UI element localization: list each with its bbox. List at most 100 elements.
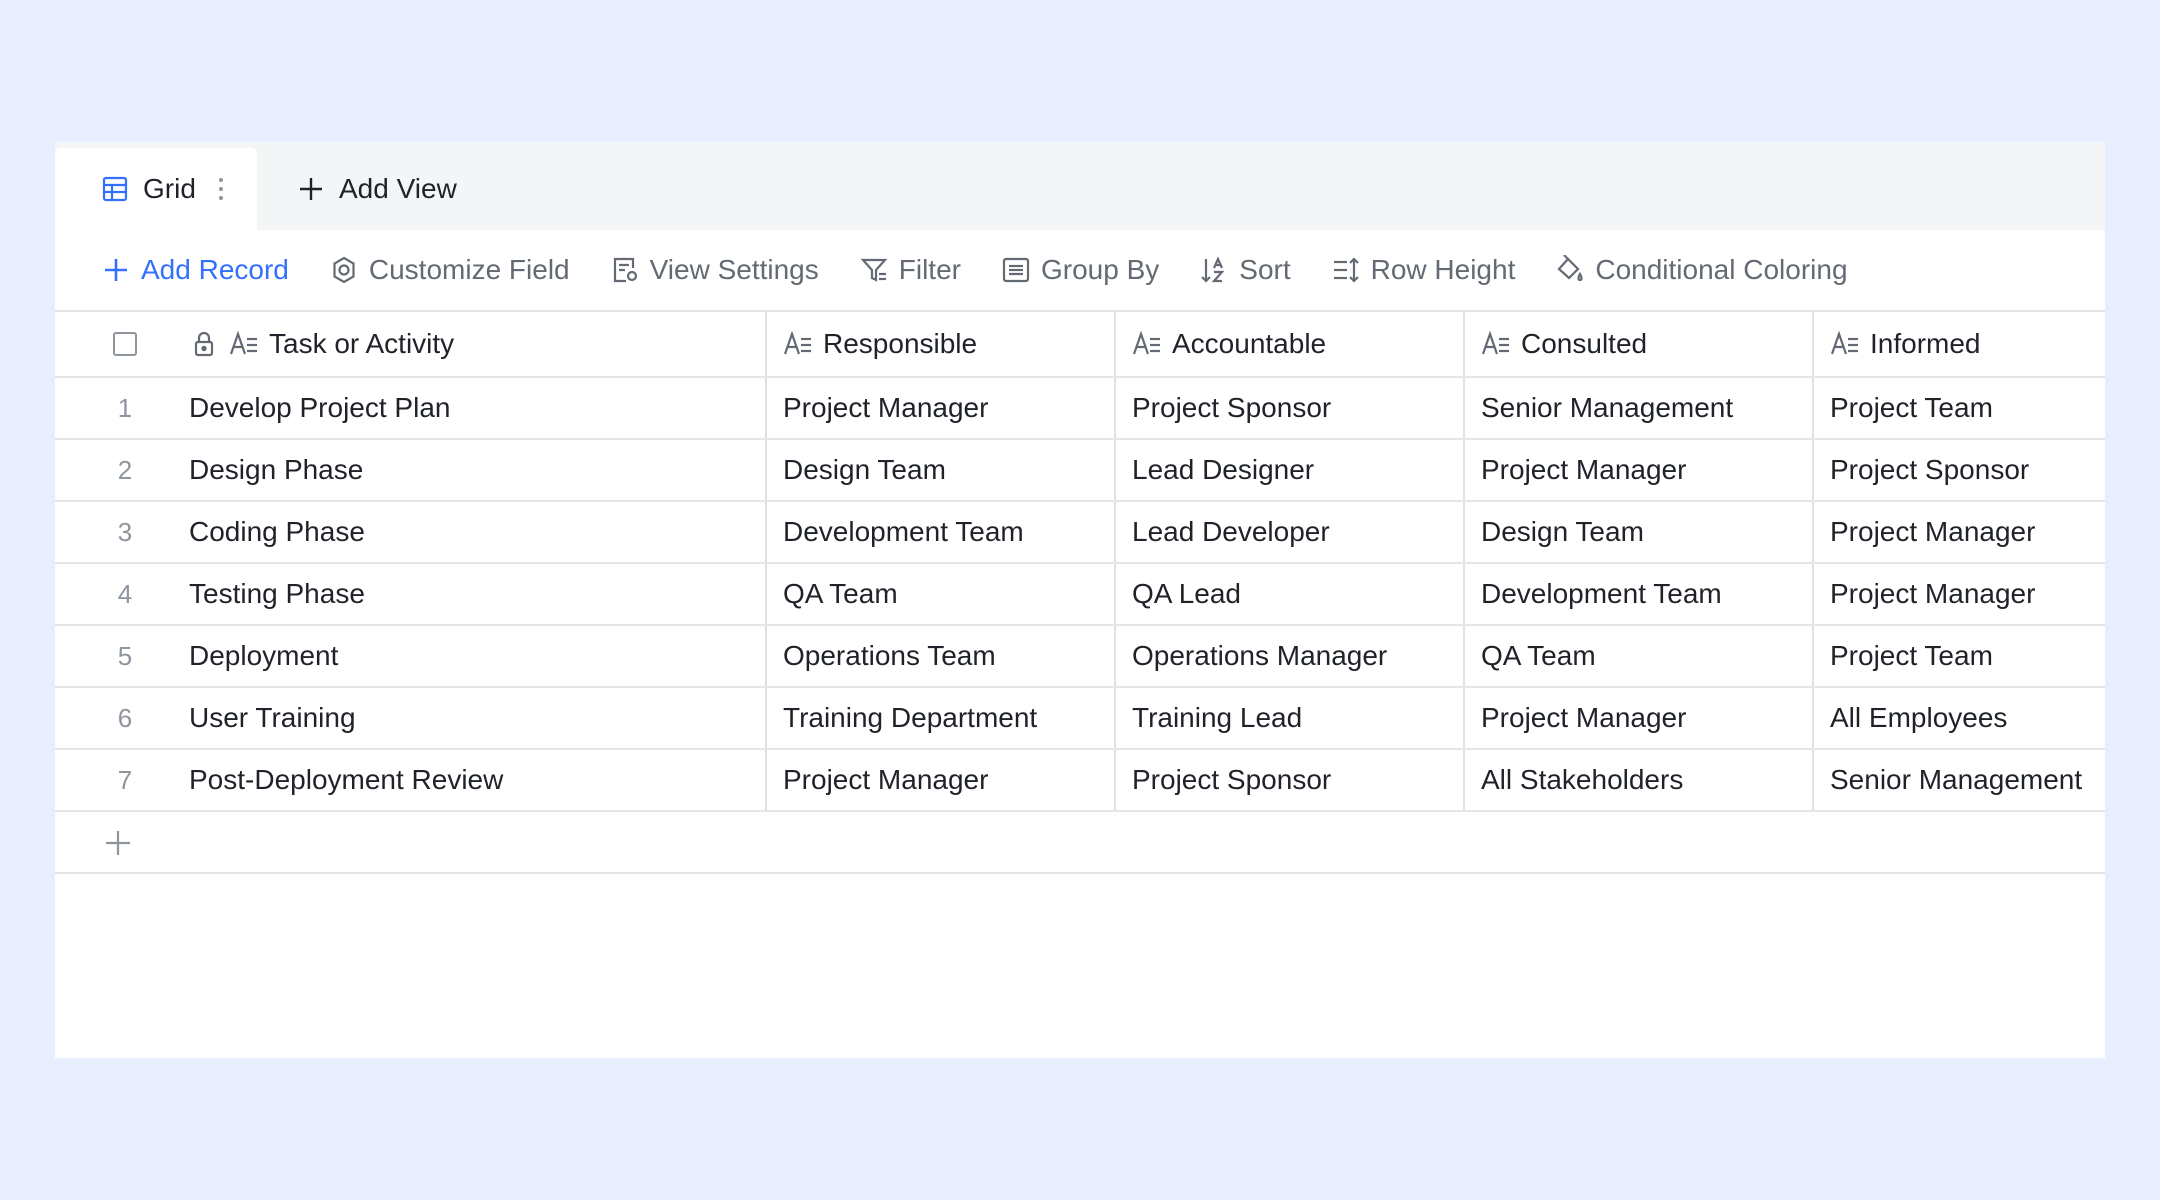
row-index: 4 [117, 578, 133, 609]
cell-consulted[interactable]: Senior Management [1463, 378, 1812, 438]
table-row[interactable]: 7 Post-Deployment Review Project Manager… [55, 750, 2105, 812]
column-header-informed[interactable]: Informed [1812, 312, 2105, 376]
cell-accountable[interactable]: Lead Developer [1114, 502, 1463, 562]
column-header-accountable[interactable]: Accountable [1114, 312, 1463, 376]
plus-icon [101, 255, 131, 285]
table-row[interactable]: 5 Deployment Operations Team Operations … [55, 626, 2105, 688]
cell-consulted[interactable]: Project Manager [1463, 440, 1812, 500]
row-height-icon [1331, 255, 1361, 285]
lock-icon [189, 329, 219, 359]
cell-responsible[interactable]: Operations Team [765, 626, 1114, 686]
cell-task[interactable]: Deployment [185, 626, 765, 686]
text-field-icon [229, 329, 259, 359]
cell-informed[interactable]: Project Sponsor [1812, 440, 2105, 500]
data-grid: Task or Activity Responsible Accountable [55, 312, 2105, 874]
row-index: 7 [117, 764, 133, 795]
table-row[interactable]: 2 Design Phase Design Team Lead Designer… [55, 440, 2105, 502]
cell-responsible[interactable]: Training Department [765, 688, 1114, 748]
add-record-label: Add Record [141, 254, 289, 285]
cell-accountable[interactable]: Training Lead [1114, 688, 1463, 748]
cell-task[interactable]: Design Phase [185, 440, 765, 500]
table-row[interactable]: 4 Testing Phase QA Team QA Lead Developm… [55, 564, 2105, 626]
cell-task[interactable]: Develop Project Plan [185, 378, 765, 438]
column-header-label: Task or Activity [269, 328, 455, 359]
cell-accountable[interactable]: Operations Manager [1114, 626, 1463, 686]
text-field-icon [783, 329, 813, 359]
tab-grid-label: Grid [143, 173, 196, 204]
cell-informed[interactable]: All Employees [1812, 688, 2105, 748]
table-header-row: Task or Activity Responsible Accountable [55, 312, 2105, 378]
text-field-icon [1132, 329, 1162, 359]
filter-icon [859, 255, 889, 285]
select-all-checkbox[interactable] [113, 332, 137, 356]
select-all-cell [55, 312, 185, 376]
view-settings-button[interactable]: View Settings [610, 245, 819, 295]
column-header-label: Accountable [1172, 328, 1327, 359]
plus-icon [103, 828, 133, 858]
paint-bucket-icon [1555, 255, 1585, 285]
column-header-responsible[interactable]: Responsible [765, 312, 1114, 376]
filter-button[interactable]: Filter [859, 245, 961, 295]
cell-informed[interactable]: Project Team [1812, 378, 2105, 438]
table-row[interactable]: 6 User Training Training Department Trai… [55, 688, 2105, 750]
cell-consulted[interactable]: Design Team [1463, 502, 1812, 562]
add-view-label: Add View [339, 173, 457, 204]
row-height-button[interactable]: Row Height [1331, 245, 1516, 295]
cell-consulted[interactable]: QA Team [1463, 626, 1812, 686]
view-settings-icon [610, 255, 640, 285]
cell-informed[interactable]: Project Manager [1812, 564, 2105, 624]
add-row-button[interactable] [55, 812, 2105, 874]
customize-field-button[interactable]: Customize Field [329, 245, 570, 295]
group-by-button[interactable]: Group By [1001, 245, 1159, 295]
cell-accountable[interactable]: Lead Designer [1114, 440, 1463, 500]
cell-task[interactable]: Coding Phase [185, 502, 765, 562]
grid-icon [101, 175, 129, 203]
cell-responsible[interactable]: QA Team [765, 564, 1114, 624]
toolbar: Add Record Customize Field View Settings [55, 230, 2105, 312]
column-header-label: Consulted [1521, 328, 1648, 359]
sort-button[interactable]: Sort [1199, 245, 1291, 295]
cell-task[interactable]: User Training [185, 688, 765, 748]
cell-accountable[interactable]: QA Lead [1114, 564, 1463, 624]
cell-responsible[interactable]: Project Manager [765, 750, 1114, 810]
cell-task[interactable]: Post-Deployment Review [185, 750, 765, 810]
cell-task[interactable]: Testing Phase [185, 564, 765, 624]
row-index: 6 [117, 702, 133, 733]
view-tab-bar: Grid Add View [55, 142, 2105, 230]
row-index: 1 [117, 392, 133, 423]
cell-responsible[interactable]: Design Team [765, 440, 1114, 500]
more-vertical-icon[interactable] [218, 176, 224, 202]
cell-informed[interactable]: Project Team [1812, 626, 2105, 686]
conditional-coloring-label: Conditional Coloring [1595, 254, 1848, 285]
table-row[interactable]: 3 Coding Phase Development Team Lead Dev… [55, 502, 2105, 564]
cell-accountable[interactable]: Project Sponsor [1114, 378, 1463, 438]
group-icon [1001, 255, 1031, 285]
table-row[interactable]: 1 Develop Project Plan Project Manager P… [55, 378, 2105, 440]
column-header-consulted[interactable]: Consulted [1463, 312, 1812, 376]
conditional-coloring-button[interactable]: Conditional Coloring [1555, 245, 1848, 295]
column-header-task[interactable]: Task or Activity [185, 312, 765, 376]
gear-icon [329, 255, 359, 285]
column-header-label: Informed [1870, 328, 1981, 359]
sort-icon [1199, 255, 1229, 285]
add-view-button[interactable]: Add View [297, 148, 457, 230]
sort-label: Sort [1239, 254, 1291, 285]
row-index: 3 [117, 516, 133, 547]
row-index: 5 [117, 640, 133, 671]
cell-consulted[interactable]: Project Manager [1463, 688, 1812, 748]
text-field-icon [1830, 329, 1860, 359]
row-height-label: Row Height [1370, 254, 1516, 285]
add-record-button[interactable]: Add Record [101, 245, 289, 295]
cell-informed[interactable]: Senior Management [1812, 750, 2105, 810]
cell-consulted[interactable]: Development Team [1463, 564, 1812, 624]
view-settings-label: View Settings [649, 254, 819, 285]
cell-consulted[interactable]: All Stakeholders [1463, 750, 1812, 810]
cell-informed[interactable]: Project Manager [1812, 502, 2105, 562]
cell-responsible[interactable]: Project Manager [765, 378, 1114, 438]
text-field-icon [1481, 329, 1511, 359]
cell-responsible[interactable]: Development Team [765, 502, 1114, 562]
cell-accountable[interactable]: Project Sponsor [1114, 750, 1463, 810]
column-header-label: Responsible [823, 328, 978, 359]
table-app-window: Grid Add View Add Record Customize Field… [55, 142, 2105, 1058]
tab-grid[interactable]: Grid [55, 148, 257, 230]
